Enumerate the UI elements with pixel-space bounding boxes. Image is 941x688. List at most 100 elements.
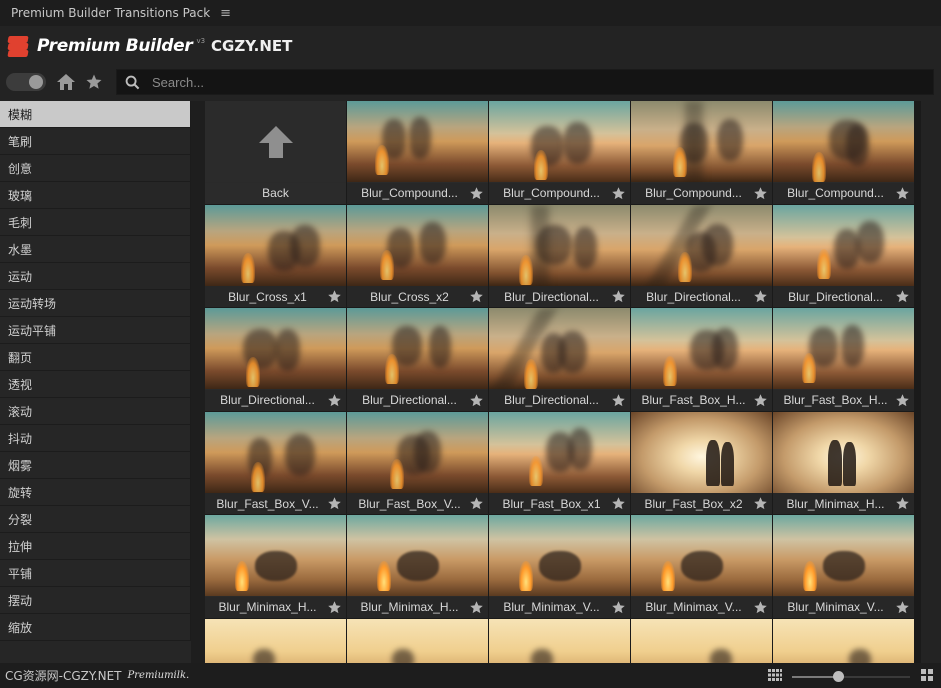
sidebar-item[interactable]: 毛刺: [0, 209, 191, 236]
favorite-star-icon[interactable]: [469, 289, 484, 304]
favorite-star-icon[interactable]: [895, 600, 910, 615]
preset-tile[interactable]: Blur_Directional...: [489, 308, 630, 411]
favorite-star-icon[interactable]: [469, 186, 484, 201]
preset-tile[interactable]: [773, 618, 914, 663]
hamburger-icon[interactable]: ≡: [220, 6, 231, 21]
preset-tile[interactable]: Blur_Minimax_H...: [205, 515, 346, 618]
sidebar-item[interactable]: 拉伸: [0, 533, 191, 560]
sidebar-item[interactable]: 滚动: [0, 398, 191, 425]
thumbnail: [347, 515, 488, 596]
tile-name: Blur_Fast_Box_V...: [358, 496, 461, 511]
preset-tile[interactable]: Blur_Minimax_V...: [631, 515, 772, 618]
sidebar-item[interactable]: 旋转: [0, 479, 191, 506]
tile-caption: Blur_Compound...: [347, 182, 488, 204]
preset-tile[interactable]: [489, 618, 630, 663]
preset-tile[interactable]: Blur_Compound...: [631, 101, 772, 204]
back-tile[interactable]: Back: [205, 101, 346, 204]
sidebar-item[interactable]: 分裂: [0, 506, 191, 533]
preset-tile[interactable]: Blur_Compound...: [773, 101, 914, 204]
preset-tile[interactable]: [631, 618, 772, 663]
tile-name: Blur_Minimax_H...: [786, 496, 885, 511]
favorite-star-icon[interactable]: [753, 600, 768, 615]
preset-tile[interactable]: Blur_Directional...: [773, 204, 914, 307]
home-icon[interactable]: [52, 68, 80, 96]
favorite-star-icon[interactable]: [327, 600, 342, 615]
favorite-star-icon[interactable]: [611, 600, 626, 615]
favorite-star-icon[interactable]: [895, 186, 910, 201]
sidebar-item[interactable]: 平铺: [0, 560, 191, 587]
favorite-star-icon[interactable]: [753, 393, 768, 408]
sidebar-item[interactable]: 透视: [0, 371, 191, 398]
preset-tile[interactable]: Blur_Directional...: [489, 204, 630, 307]
search-input[interactable]: [152, 74, 912, 90]
sidebar-item[interactable]: 烟雾: [0, 452, 191, 479]
preset-tile[interactable]: Blur_Minimax_H...: [347, 515, 488, 618]
favorite-star-icon[interactable]: [895, 393, 910, 408]
preset-tile[interactable]: Blur_Cross_x1: [205, 204, 346, 307]
preset-tile[interactable]: Blur_Minimax_H...: [773, 411, 914, 514]
preset-tile[interactable]: Blur_Fast_Box_V...: [205, 411, 346, 514]
thumbnail: [347, 204, 488, 286]
preset-tile[interactable]: Blur_Directional...: [347, 308, 488, 411]
favorite-star-icon[interactable]: [611, 289, 626, 304]
preset-tile[interactable]: Blur_Fast_Box_H...: [631, 308, 772, 411]
sidebar-item[interactable]: 缩放: [0, 614, 191, 641]
preset-tile[interactable]: Blur_Fast_Box_x2: [631, 411, 772, 514]
preset-tile[interactable]: Blur_Compound...: [347, 101, 488, 204]
favorite-star-icon[interactable]: [753, 289, 768, 304]
sidebar-item[interactable]: 玻璃: [0, 182, 191, 209]
preset-tile[interactable]: Blur_Fast_Box_H...: [773, 308, 914, 411]
preset-tile[interactable]: Blur_Minimax_V...: [773, 515, 914, 618]
favorite-star-icon[interactable]: [469, 600, 484, 615]
favorite-star-icon[interactable]: [753, 496, 768, 511]
small-grid-view-icon[interactable]: [768, 669, 782, 681]
favorite-star-icon[interactable]: [611, 496, 626, 511]
sidebar-item[interactable]: 运动平铺: [0, 317, 191, 344]
favorites-star-icon[interactable]: [80, 68, 108, 96]
favorite-star-icon[interactable]: [895, 289, 910, 304]
preset-tile[interactable]: Blur_Cross_x2: [347, 204, 488, 307]
favorite-star-icon[interactable]: [895, 496, 910, 511]
preset-tile[interactable]: Blur_Fast_Box_V...: [347, 411, 488, 514]
tile-name: Blur_Directional...: [788, 289, 883, 304]
favorite-star-icon[interactable]: [327, 393, 342, 408]
sidebar-item-label: 滚动: [8, 404, 33, 419]
preset-tile[interactable]: Blur_Directional...: [631, 204, 772, 307]
sidebar-item-label: 笔刷: [8, 134, 33, 149]
zoom-slider-handle[interactable]: [833, 671, 844, 682]
favorite-star-icon[interactable]: [611, 393, 626, 408]
preset-tile[interactable]: [205, 618, 346, 663]
sidebar-item-label: 毛刺: [8, 215, 33, 230]
tile-name: Blur_Fast_Box_V...: [216, 496, 319, 511]
panel-divider[interactable]: [191, 101, 205, 663]
favorite-star-icon[interactable]: [469, 496, 484, 511]
favorite-star-icon[interactable]: [327, 289, 342, 304]
thumbnail: [205, 411, 346, 493]
sidebar-item[interactable]: 运动转场: [0, 290, 191, 317]
sidebar-item[interactable]: 创意: [0, 155, 191, 182]
sidebar-item[interactable]: 模糊: [0, 101, 191, 128]
mode-toggle[interactable]: [6, 73, 46, 91]
preset-tile[interactable]: [347, 618, 488, 663]
sidebar-item[interactable]: 笔刷: [0, 128, 191, 155]
tile-caption: Blur_Minimax_V...: [773, 596, 914, 618]
sidebar-item-label: 水墨: [8, 242, 33, 257]
window-title: Premium Builder Transitions Pack: [11, 6, 211, 20]
sidebar-item[interactable]: 摆动: [0, 587, 191, 614]
favorite-star-icon[interactable]: [753, 186, 768, 201]
preset-tile[interactable]: Blur_Minimax_V...: [489, 515, 630, 618]
sidebar-item-label: 运动转场: [8, 296, 57, 311]
favorite-star-icon[interactable]: [611, 186, 626, 201]
preset-tile[interactable]: Blur_Compound...: [489, 101, 630, 204]
large-grid-view-icon[interactable]: [921, 669, 933, 681]
thumbnail: [773, 204, 914, 286]
tile-name: Blur_Compound...: [503, 186, 600, 200]
sidebar-item[interactable]: 水墨: [0, 236, 191, 263]
preset-tile[interactable]: Blur_Fast_Box_x1: [489, 411, 630, 514]
sidebar-item[interactable]: 抖动: [0, 425, 191, 452]
favorite-star-icon[interactable]: [327, 496, 342, 511]
preset-tile[interactable]: Blur_Directional...: [205, 308, 346, 411]
sidebar-item[interactable]: 运动: [0, 263, 191, 290]
sidebar-item[interactable]: 翻页: [0, 344, 191, 371]
favorite-star-icon[interactable]: [469, 393, 484, 408]
